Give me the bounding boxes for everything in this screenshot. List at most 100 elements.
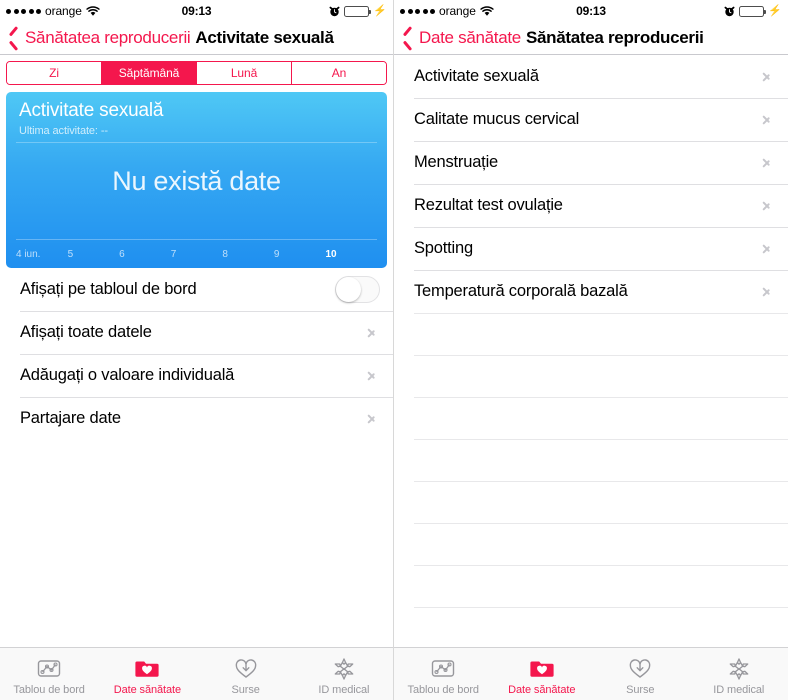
battery-icon: [344, 5, 372, 17]
sources-heart-download-icon: [232, 656, 260, 682]
chart-baseline-rule: [16, 239, 377, 240]
x-tick-3: 7: [170, 248, 177, 260]
segment-month[interactable]: Lună: [197, 62, 292, 84]
segment-week[interactable]: Săptămână: [102, 62, 197, 84]
tab-label: Date sănătate: [113, 683, 181, 696]
reproductive-health-list: Activitate sexuală Calitate mucus cervic…: [394, 55, 788, 313]
chevron-right-icon: [367, 325, 376, 340]
back-button-label[interactable]: Date sănătate: [419, 28, 521, 48]
tab-label: Tablou de bord: [407, 683, 479, 696]
row-label: Menstruație: [414, 153, 499, 171]
left-content: Zi Săptămână Lună An Activitate sexuală …: [0, 55, 393, 647]
x-tick-4: 8: [222, 248, 228, 260]
row-sexual-activity[interactable]: Activitate sexuală: [394, 55, 788, 98]
chevron-right-icon: [762, 155, 771, 170]
tab-label: Surse: [626, 683, 655, 696]
row-label: Temperatură corporală bazală: [414, 282, 628, 300]
tab-dashboard[interactable]: Tablou de bord: [394, 648, 493, 700]
battery-icon: [739, 5, 767, 17]
alarm-clock-icon: [329, 6, 340, 17]
toggle-knob: [336, 277, 361, 302]
left-settings-list: Afișați pe tabloul de bord Afișați toate…: [0, 268, 393, 440]
status-bar-right: ⚡: [329, 4, 387, 17]
tab-label: ID medical: [713, 683, 765, 696]
x-tick-5: 9: [273, 248, 280, 260]
show-on-dashboard-toggle[interactable]: [335, 276, 380, 303]
row-label: Afișați pe tabloul de bord: [20, 280, 197, 298]
tab-sources[interactable]: Surse: [591, 648, 690, 700]
chart-x-axis: 4 iun. 5 6 7 8 9 10: [16, 244, 377, 264]
alarm-clock-icon: [724, 6, 735, 17]
sexual-activity-chart-card[interactable]: Activitate sexuală Ultima activitate: --…: [6, 92, 387, 268]
x-tick-2: 6: [119, 248, 125, 260]
tab-medical-id[interactable]: ID medical: [295, 648, 393, 700]
navigation-bar: Sănătatea reproducerii Activitate sexual…: [0, 22, 393, 55]
medical-id-asterisk-icon: [725, 656, 753, 682]
page-title: Activitate sexuală: [195, 28, 334, 47]
empty-row: [394, 355, 788, 397]
row-label: Calitate mucus cervical: [414, 110, 580, 128]
chart-card-subtitle: Ultima activitate: --: [19, 125, 108, 137]
time-range-segmented-control[interactable]: Zi Săptămână Lună An: [6, 61, 387, 85]
tab-sources[interactable]: Surse: [197, 648, 295, 700]
row-cervical-mucus-quality[interactable]: Calitate mucus cervical: [394, 98, 788, 141]
segmented-control-wrap: Zi Săptămână Lună An: [0, 55, 393, 85]
row-ovulation-test-result[interactable]: Rezultat test ovulație: [394, 184, 788, 227]
row-label: Rezultat test ovulație: [414, 196, 563, 214]
back-chevron-icon[interactable]: [402, 29, 414, 48]
back-chevron-icon[interactable]: [8, 29, 20, 48]
dual-screenshot: orange 09:13 ⚡ Sănătatea reproducerii Ac…: [0, 0, 788, 700]
row-label: Afișați toate datele: [20, 323, 152, 341]
chevron-right-icon: [762, 112, 771, 127]
lightning-bolt-icon: ⚡: [373, 4, 387, 17]
row-label: Adăugați o valoare individuală: [20, 366, 235, 384]
back-button-label[interactable]: Sănătatea reproducerii: [25, 28, 191, 48]
page-title: Sănătatea reproducerii: [525, 28, 704, 47]
tab-bar[interactable]: Tablou de bord Date sănătate Surse ID me…: [394, 647, 788, 700]
chevron-right-icon: [762, 198, 771, 213]
dashboard-chart-icon: [429, 656, 457, 682]
empty-rows-filler: [394, 313, 788, 647]
row-menstruation[interactable]: Menstruație: [394, 141, 788, 184]
chart-card-title: Activitate sexuală: [19, 100, 164, 121]
tab-label: Tablou de bord: [13, 683, 85, 696]
tab-label: Surse: [231, 683, 260, 696]
tab-health-data[interactable]: Date sănătate: [98, 648, 196, 700]
row-show-all-data[interactable]: Afișați toate datele: [0, 311, 393, 354]
chevron-right-icon: [762, 284, 771, 299]
row-label: Partajare date: [20, 409, 121, 427]
x-tick-1: 5: [67, 248, 74, 260]
row-label: Spotting: [414, 239, 473, 257]
segment-year[interactable]: An: [292, 62, 386, 84]
right-content: Activitate sexuală Calitate mucus cervic…: [394, 55, 788, 647]
tab-health-data[interactable]: Date sănătate: [493, 648, 592, 700]
x-tick-0: 4 iun.: [16, 248, 41, 260]
row-label: Activitate sexuală: [414, 67, 539, 85]
tab-medical-id[interactable]: ID medical: [690, 648, 788, 700]
row-add-data-point[interactable]: Adăugați o valoare individuală: [0, 354, 393, 397]
right-phone-screen: orange 09:13 ⚡ Date sănătate Sănătatea r…: [394, 0, 788, 700]
row-show-on-dashboard[interactable]: Afișați pe tabloul de bord: [0, 268, 393, 311]
tab-dashboard[interactable]: Tablou de bord: [0, 648, 98, 700]
row-basal-body-temperature[interactable]: Temperatură corporală bazală: [394, 270, 788, 313]
empty-row: [394, 607, 788, 647]
empty-row: [394, 439, 788, 481]
status-bar: orange 09:13 ⚡: [0, 0, 393, 22]
navigation-bar: Date sănătate Sănătatea reproducerii: [394, 22, 788, 55]
row-share-data[interactable]: Partajare date: [0, 397, 393, 440]
x-tick-6: 10: [325, 248, 337, 260]
segment-day[interactable]: Zi: [7, 62, 102, 84]
dashboard-chart-icon: [35, 656, 63, 682]
tab-label: Date sănătate: [508, 683, 576, 696]
chevron-right-icon: [762, 69, 771, 84]
chart-top-rule: [16, 142, 377, 143]
row-spotting[interactable]: Spotting: [394, 227, 788, 270]
chevron-right-icon: [367, 368, 376, 383]
chart-empty-message: Nu există date: [112, 166, 281, 196]
chevron-right-icon: [367, 411, 376, 426]
tab-bar[interactable]: Tablou de bord Date sănătate Surse ID me…: [0, 647, 393, 700]
status-bar: orange 09:13 ⚡: [394, 0, 788, 22]
left-phone-screen: orange 09:13 ⚡ Sănătatea reproducerii Ac…: [0, 0, 394, 700]
empty-row: [394, 397, 788, 439]
status-bar-right: ⚡: [724, 5, 782, 17]
